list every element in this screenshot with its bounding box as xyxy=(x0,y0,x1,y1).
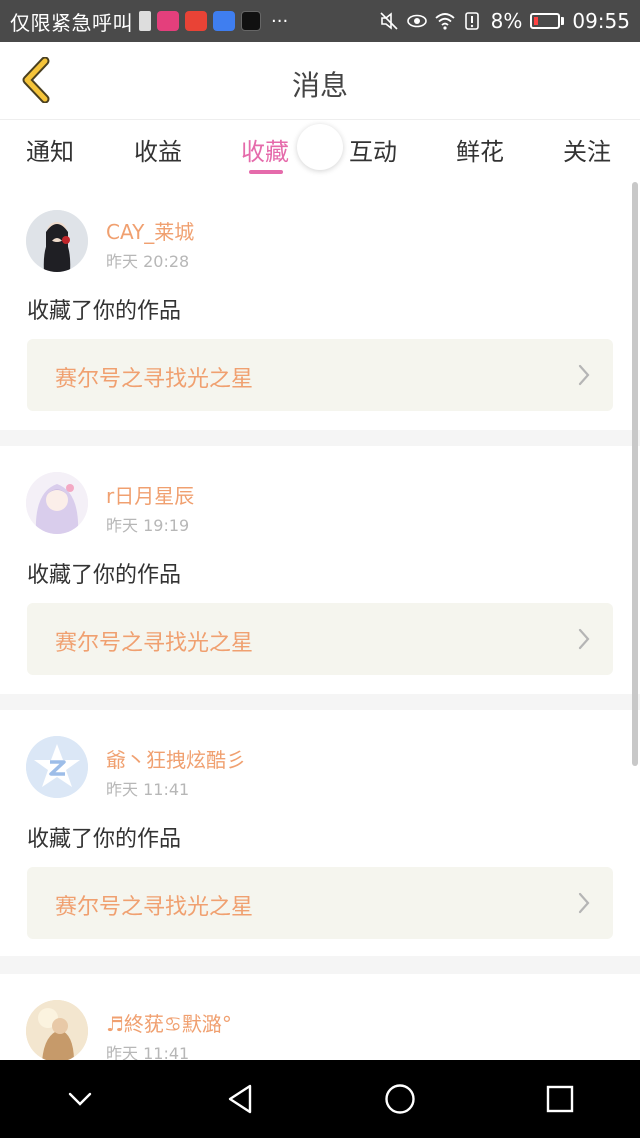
recents-square-icon xyxy=(546,1085,574,1113)
work-card[interactable]: 赛尔号之寻找光之星 xyxy=(27,339,613,411)
home-circle-icon xyxy=(385,1084,415,1114)
list-item: ♬終莸♋默潞° 昨天 11:41 xyxy=(0,974,640,1060)
timestamp: 昨天 20:28 xyxy=(106,252,190,271)
nav-home-button[interactable] xyxy=(370,1069,430,1129)
status-bar: 仅限紧急呼叫 ··· 8% 09:55 xyxy=(0,0,640,42)
timestamp: 昨天 11:41 xyxy=(106,1044,190,1060)
page-title: 消息 xyxy=(291,69,348,102)
active-tab-indicator xyxy=(249,170,283,174)
eye-icon xyxy=(406,14,427,28)
notification-list: CAY_莱城 昨天 20:28 收藏了你的作品 赛尔号之寻找光之星 r日月星辰 … xyxy=(0,178,640,1060)
video-app-icon xyxy=(157,11,179,31)
chevron-right-icon xyxy=(578,628,590,650)
wifi-icon xyxy=(435,13,455,30)
avatar[interactable] xyxy=(26,1000,88,1060)
system-nav-bar xyxy=(0,1060,640,1138)
news-app-icon xyxy=(185,11,207,31)
tab-favorites[interactable]: 收藏 xyxy=(241,132,289,167)
work-title: 赛尔号之寻找光之星 xyxy=(55,367,254,392)
tiktok-icon xyxy=(241,11,261,31)
tab-earnings[interactable]: 收益 xyxy=(134,132,182,167)
tab-flowers[interactable]: 鲜花 xyxy=(456,132,504,167)
timestamp: 昨天 19:19 xyxy=(106,516,190,535)
tab-interactions[interactable]: 互动 xyxy=(349,132,397,167)
list-item: CAY_莱城 昨天 20:28 收藏了你的作品 赛尔号之寻找光之星 xyxy=(0,178,640,430)
avatar[interactable] xyxy=(26,736,88,798)
timestamp: 昨天 11:41 xyxy=(106,780,190,799)
more-notifications: ··· xyxy=(271,10,289,32)
list-item: 爺丶狂拽炫酷彡 昨天 11:41 收藏了你的作品 赛尔号之寻找光之星 xyxy=(0,710,640,956)
username[interactable]: 爺丶狂拽炫酷彡 xyxy=(106,744,246,773)
action-text: 收藏了你的作品 xyxy=(27,827,182,852)
avatar[interactable] xyxy=(26,210,88,272)
work-card[interactable]: 赛尔号之寻找光之星 xyxy=(27,867,613,939)
tab-following[interactable]: 关注 xyxy=(563,132,611,167)
work-card[interactable]: 赛尔号之寻找光之星 xyxy=(27,603,613,675)
media-app-icon xyxy=(213,11,235,31)
sim-icon xyxy=(139,11,151,31)
avatar[interactable] xyxy=(26,472,88,534)
floating-assist-button[interactable] xyxy=(297,124,343,170)
back-triangle-icon xyxy=(228,1084,252,1114)
scrollbar[interactable] xyxy=(632,182,638,766)
username[interactable]: CAY_莱城 xyxy=(106,216,194,245)
mute-icon xyxy=(380,12,398,30)
chevron-right-icon xyxy=(578,892,590,914)
carrier-text: 仅限紧急呼叫 xyxy=(10,10,133,35)
hide-nav-button[interactable] xyxy=(50,1069,110,1129)
battery-percent: 8% xyxy=(490,9,523,33)
alert-icon xyxy=(464,12,479,30)
header: 消息 xyxy=(0,42,640,120)
action-text: 收藏了你的作品 xyxy=(27,299,182,324)
chevron-down-icon xyxy=(68,1092,92,1106)
work-title: 赛尔号之寻找光之星 xyxy=(55,895,254,920)
username[interactable]: r日月星辰 xyxy=(106,480,194,509)
work-title: 赛尔号之寻找光之星 xyxy=(55,631,254,656)
clock: 09:55 xyxy=(572,9,630,33)
tab-notifications[interactable]: 通知 xyxy=(26,132,74,167)
chevron-right-icon xyxy=(578,364,590,386)
battery-icon xyxy=(530,13,565,29)
action-text: 收藏了你的作品 xyxy=(27,563,182,588)
nav-back-button[interactable] xyxy=(210,1069,270,1129)
nav-recents-button[interactable] xyxy=(530,1069,590,1129)
username[interactable]: ♬終莸♋默潞° xyxy=(106,1008,232,1037)
list-item: r日月星辰 昨天 19:19 收藏了你的作品 赛尔号之寻找光之星 xyxy=(0,446,640,694)
